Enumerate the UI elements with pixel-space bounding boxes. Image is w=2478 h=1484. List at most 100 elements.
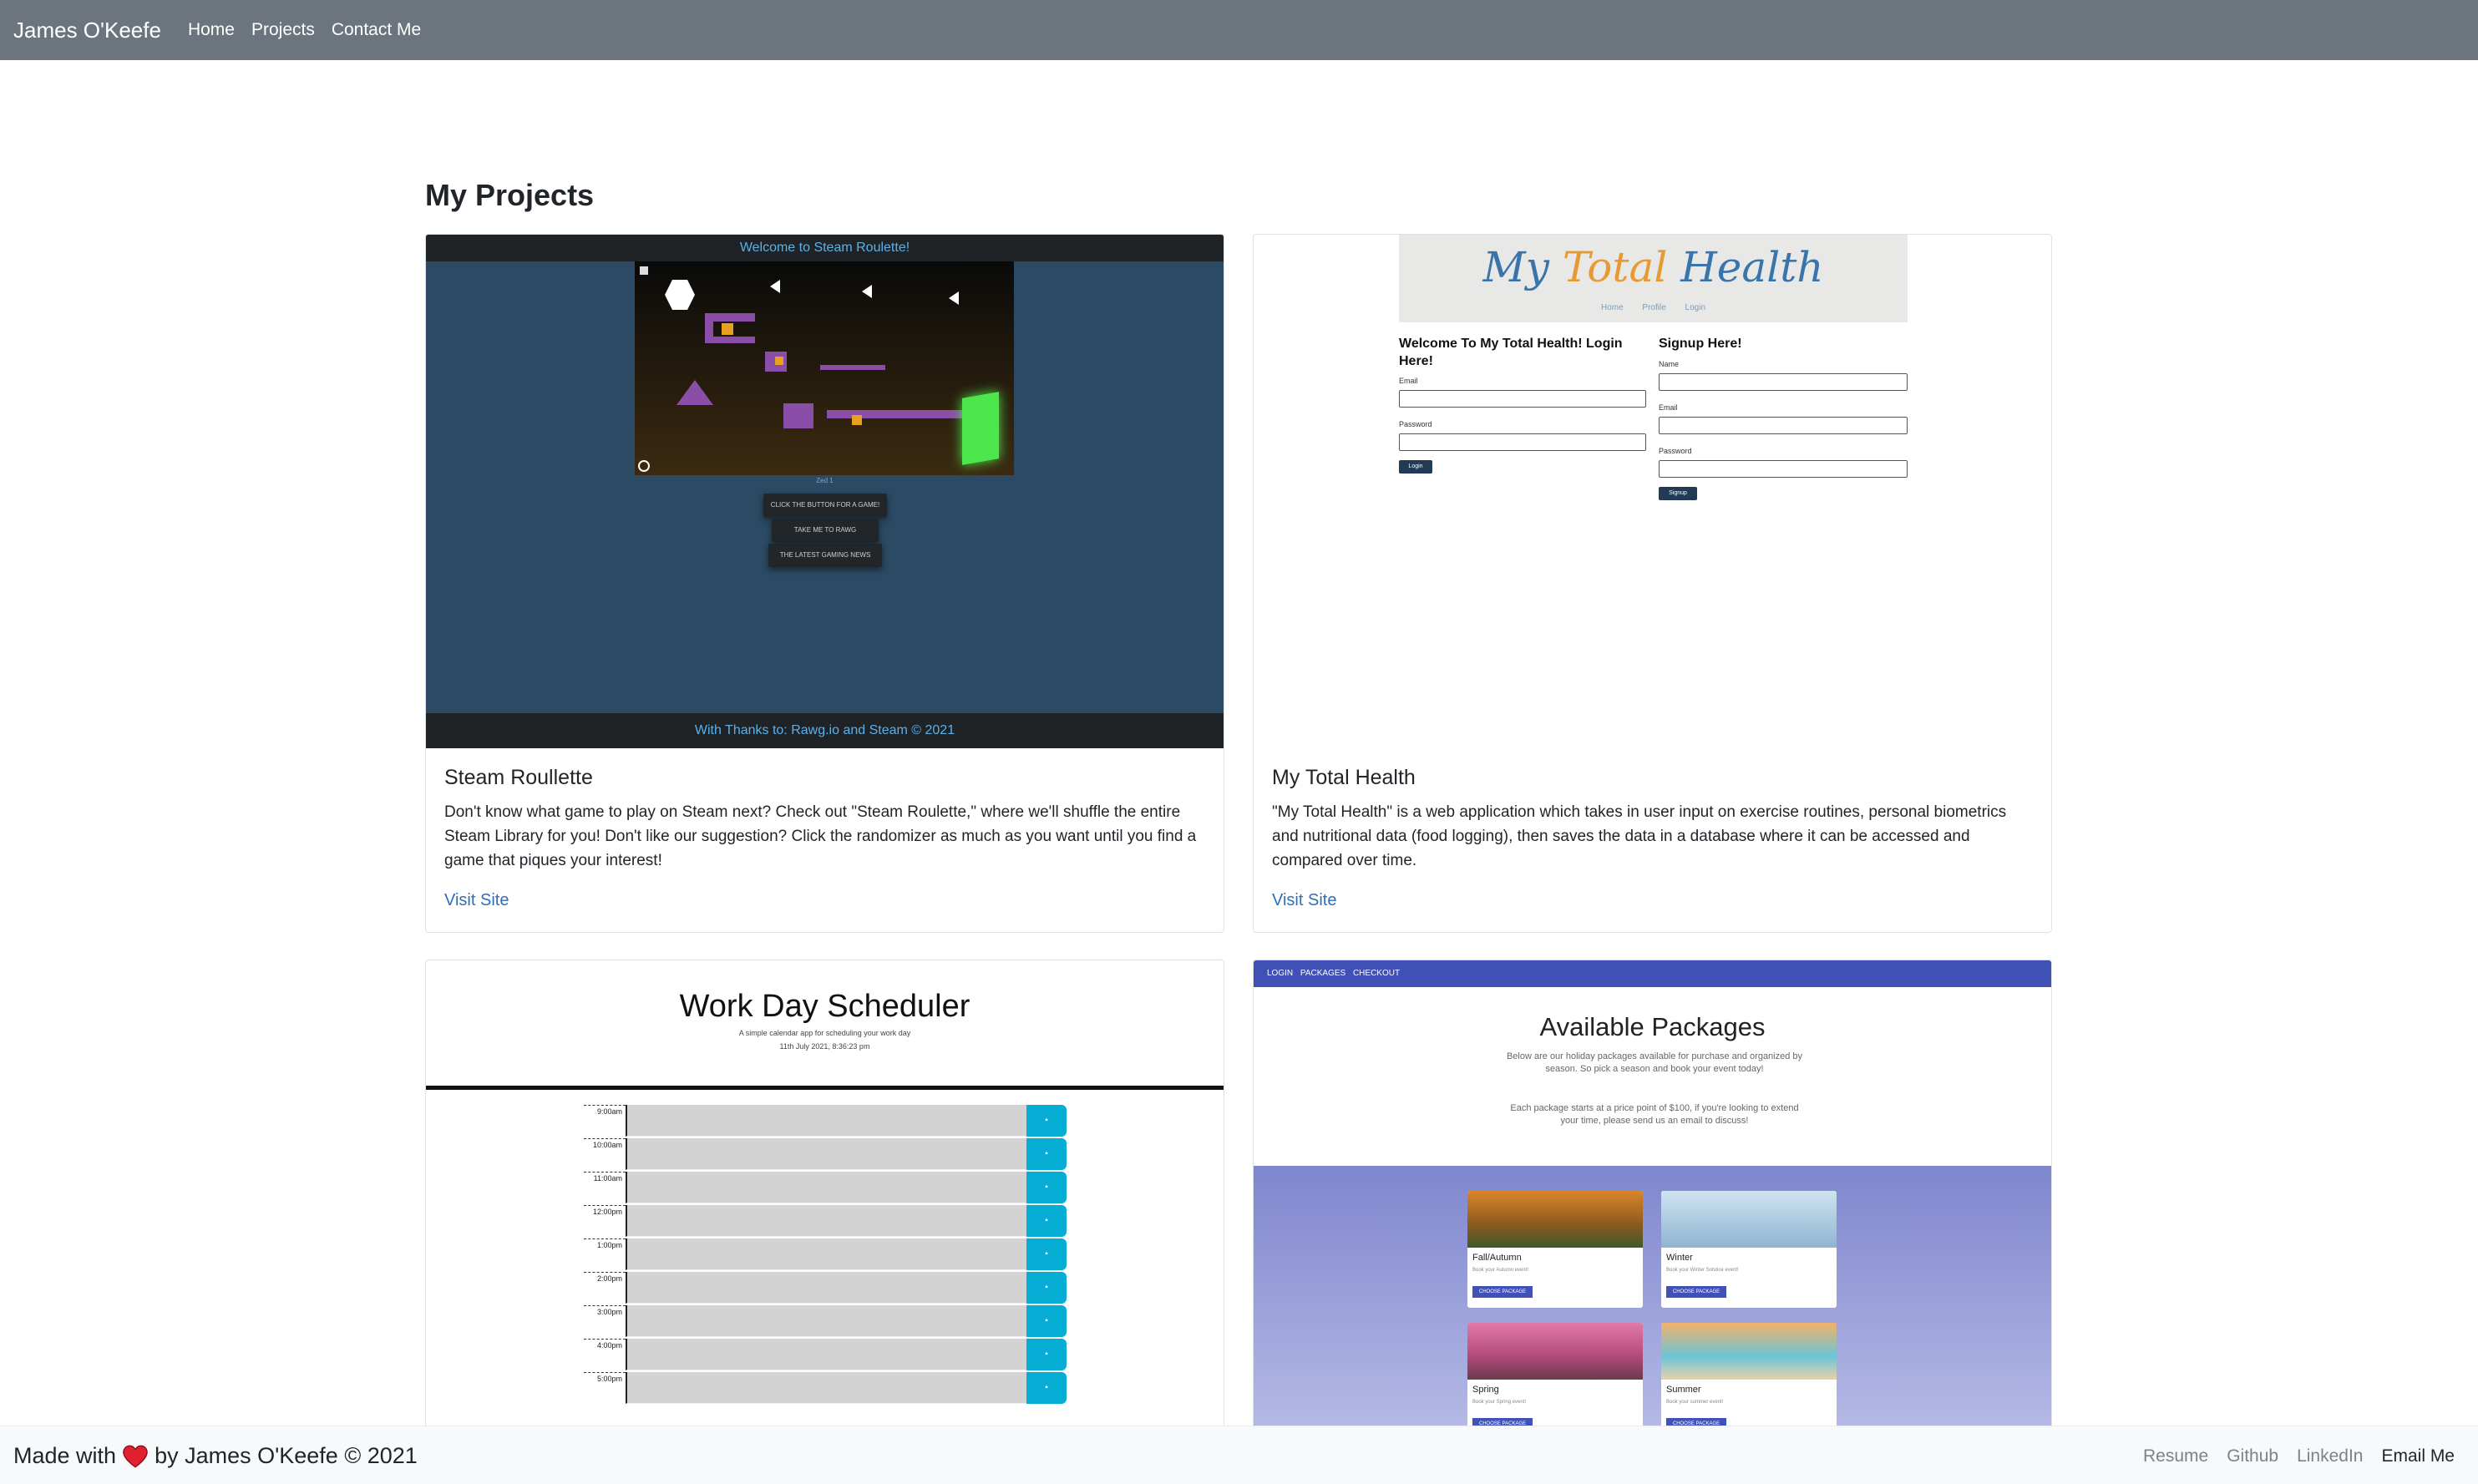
ws-event-input[interactable] bbox=[626, 1339, 1026, 1370]
mth-name-label: Name bbox=[1659, 360, 1680, 368]
pk-navbar: LOGIN PACKAGES CHECKOUT bbox=[1254, 960, 2051, 987]
visit-site-link[interactable]: Visit Site bbox=[1272, 891, 1336, 910]
save-icon[interactable]: ▪ bbox=[1026, 1272, 1067, 1304]
package-image bbox=[1661, 1323, 1837, 1380]
save-icon[interactable]: ▪ bbox=[1026, 1205, 1067, 1237]
footer-link-linkedin[interactable]: LinkedIn bbox=[2297, 1446, 2363, 1466]
mth-signup-email-input[interactable] bbox=[1659, 417, 1908, 434]
save-icon[interactable]: ▪ bbox=[1026, 1172, 1067, 1203]
package-name: Spring bbox=[1472, 1385, 1499, 1395]
pk-intro-2: Each package starts at a price point of … bbox=[1510, 1103, 1799, 1126]
steam-level-label: Zed 1 bbox=[816, 477, 834, 484]
project-preview-steam[interactable]: Welcome to Steam Roulette! Zed 1 CLICK T… bbox=[426, 235, 1224, 748]
card-text: Don't know what game to play on Steam ne… bbox=[444, 803, 1197, 869]
package-image bbox=[1661, 1191, 1837, 1248]
arrow-left-icon bbox=[862, 285, 872, 298]
ws-hour-label: 5:00pm bbox=[584, 1372, 626, 1404]
mth-signup-name-input[interactable] bbox=[1659, 373, 1908, 391]
mth-signup-button[interactable]: Signup bbox=[1659, 487, 1697, 500]
mth-login-button[interactable]: Login bbox=[1399, 460, 1432, 474]
ws-event-input[interactable] bbox=[626, 1138, 1026, 1170]
portfolio-page: James O'Keefe Home Projects Contact Me M… bbox=[0, 0, 2478, 1484]
package-name: Fall/Autumn bbox=[1472, 1253, 1522, 1263]
footer-made-with: Made with bbox=[13, 1443, 117, 1468]
platform bbox=[783, 403, 813, 428]
project-preview-scheduler[interactable]: Work Day Scheduler A simple calendar app… bbox=[426, 960, 1224, 1476]
mth-logo: My Total Health bbox=[1482, 243, 1824, 291]
save-icon[interactable]: ▪ bbox=[1026, 1105, 1067, 1137]
ws-event-input[interactable] bbox=[626, 1372, 1026, 1404]
ws-hour-row: 4:00pm ▪ bbox=[584, 1339, 1068, 1370]
ws-event-input[interactable] bbox=[626, 1205, 1026, 1237]
project-preview-total-health[interactable]: My Total Health Home Profile Login Welco… bbox=[1254, 235, 2051, 748]
ws-divider bbox=[426, 1086, 1224, 1090]
package-card-spring: Spring Book your Spring event! CHOOSE PA… bbox=[1467, 1323, 1643, 1440]
mth-nav: Home Profile Login bbox=[1600, 303, 1706, 312]
ws-event-input[interactable] bbox=[626, 1272, 1026, 1304]
card-body: Steam Roullette Don't know what game to … bbox=[444, 766, 1205, 910]
save-icon[interactable]: ▪ bbox=[1026, 1339, 1067, 1370]
visit-site-link[interactable]: Visit Site bbox=[444, 891, 509, 910]
footer-link-email[interactable]: Email Me bbox=[2381, 1446, 2455, 1466]
ws-title: Work Day Scheduler bbox=[679, 989, 970, 1024]
platform bbox=[705, 313, 755, 322]
steam-random-button[interactable]: CLICK THE BUTTON FOR A GAME! bbox=[763, 494, 887, 517]
mth-header: My Total Health Home Profile Login bbox=[1399, 235, 1908, 322]
footer-credit: Made with by James O'Keefe © 2021 bbox=[13, 1443, 418, 1469]
nav-link-home[interactable]: Home bbox=[188, 20, 235, 40]
footer-link-resume[interactable]: Resume bbox=[2143, 1446, 2208, 1466]
mth-password-label: Password bbox=[1399, 420, 1432, 428]
mth-signup-heading: Signup Here! bbox=[1659, 337, 1742, 351]
steam-game-canvas bbox=[635, 261, 1014, 475]
arrow-left-icon bbox=[770, 280, 780, 293]
steam-news-button[interactable]: THE LATEST GAMING NEWS bbox=[768, 544, 882, 567]
coin-block bbox=[852, 415, 862, 425]
card-text: "My Total Health" is a web application w… bbox=[1272, 803, 2007, 869]
card-title: My Total Health bbox=[1272, 766, 1416, 789]
ws-date: 11th July 2021, 8:36:23 pm bbox=[779, 1042, 870, 1051]
ws-event-input[interactable] bbox=[626, 1238, 1026, 1270]
nav-link-projects[interactable]: Projects bbox=[251, 20, 315, 40]
hexagon-icon bbox=[665, 280, 695, 310]
project-card-packages: LOGIN PACKAGES CHECKOUT Available Packag… bbox=[1253, 960, 2052, 1477]
footer-links: Resume Github LinkedIn Email Me bbox=[2125, 1446, 2455, 1466]
nav-link-contact[interactable]: Contact Me bbox=[332, 20, 421, 40]
package-desc: Book your Spring event! bbox=[1472, 1400, 1527, 1405]
coin-block bbox=[722, 323, 733, 335]
choose-package-button[interactable]: CHOOSE PACKAGE bbox=[1472, 1286, 1533, 1298]
restart-icon[interactable] bbox=[638, 460, 650, 472]
ws-hour-row: 5:00pm ▪ bbox=[584, 1372, 1068, 1404]
package-card-winter: Winter Book your Winter Solstice event! … bbox=[1661, 1191, 1837, 1308]
steam-rawg-button[interactable]: TAKE ME TO RAWG bbox=[772, 519, 879, 542]
choose-package-button[interactable]: CHOOSE PACKAGE bbox=[1666, 1286, 1726, 1298]
heart-icon bbox=[123, 1445, 148, 1468]
package-card-summer: Summer Book your summer event! CHOOSE PA… bbox=[1661, 1323, 1837, 1440]
ws-hour-row: 11:00am ▪ bbox=[584, 1172, 1068, 1203]
ws-hour-row: 2:00pm ▪ bbox=[584, 1272, 1068, 1304]
package-desc: Book your summer event! bbox=[1666, 1400, 1724, 1405]
ws-event-input[interactable] bbox=[626, 1305, 1026, 1337]
brand-link[interactable]: James O'Keefe bbox=[13, 18, 161, 43]
ws-hour-label: 10:00am bbox=[584, 1138, 626, 1170]
package-image bbox=[1467, 1323, 1643, 1380]
save-icon[interactable]: ▪ bbox=[1026, 1238, 1067, 1270]
save-icon[interactable]: ▪ bbox=[1026, 1305, 1067, 1337]
ws-event-input[interactable] bbox=[626, 1172, 1026, 1203]
ws-hour-row: 9:00am ▪ bbox=[584, 1105, 1068, 1137]
mth-login-email-input[interactable] bbox=[1399, 390, 1646, 408]
ws-hour-label: 4:00pm bbox=[584, 1339, 626, 1370]
ws-hour-row: 1:00pm ▪ bbox=[584, 1238, 1068, 1270]
footer-link-github[interactable]: Github bbox=[2227, 1446, 2278, 1466]
mth-login-password-input[interactable] bbox=[1399, 433, 1646, 451]
mth-signup-email-label: Email bbox=[1659, 403, 1678, 412]
footer: Made with by James O'Keefe © 2021 Resume… bbox=[0, 1426, 2478, 1484]
page-title: My Projects bbox=[425, 178, 595, 212]
ws-event-input[interactable] bbox=[626, 1105, 1026, 1137]
project-preview-packages[interactable]: LOGIN PACKAGES CHECKOUT Available Packag… bbox=[1254, 960, 2051, 1476]
save-icon[interactable]: ▪ bbox=[1026, 1372, 1067, 1404]
save-icon[interactable]: ▪ bbox=[1026, 1138, 1067, 1170]
mth-signup-password-label: Password bbox=[1659, 447, 1692, 455]
package-image bbox=[1467, 1191, 1643, 1248]
mth-signup-password-input[interactable] bbox=[1659, 460, 1908, 478]
mth-email-label: Email bbox=[1399, 377, 1418, 385]
